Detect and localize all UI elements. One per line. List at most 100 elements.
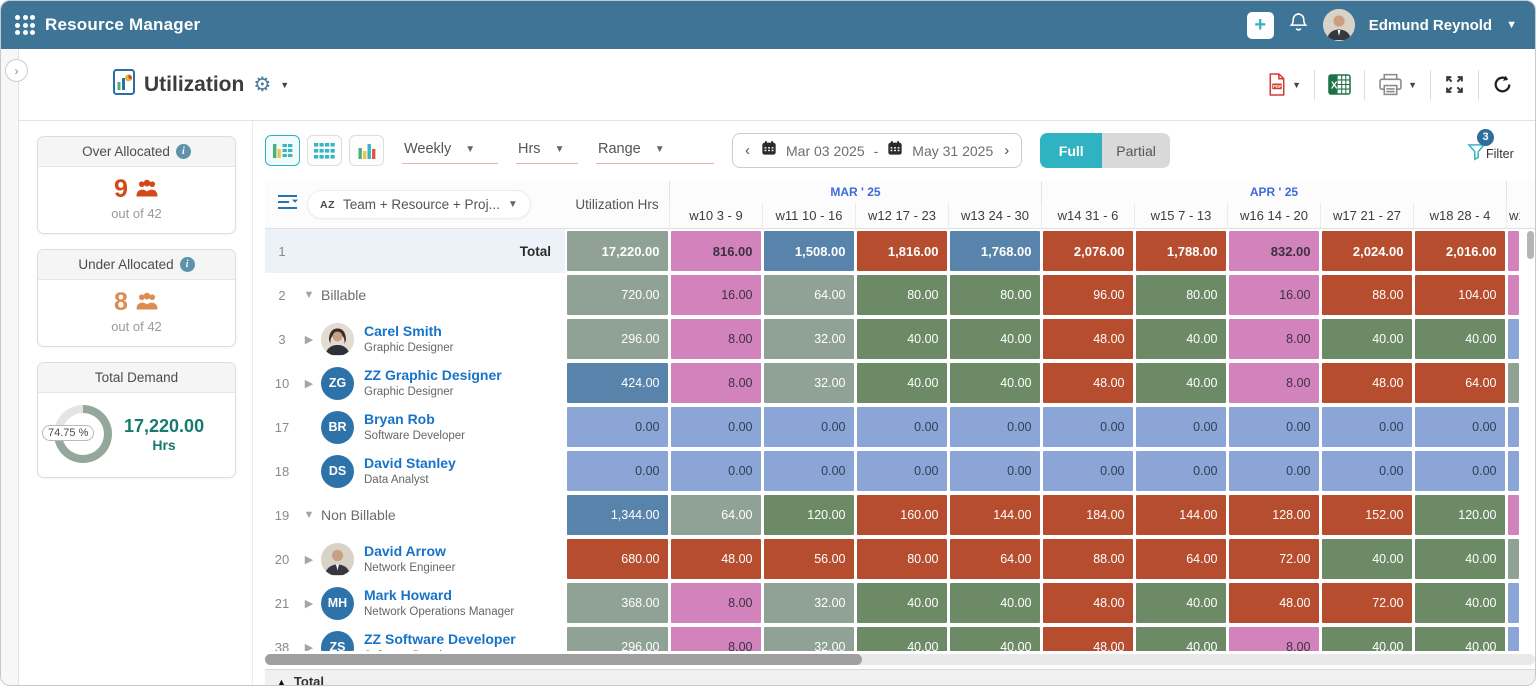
avatar-initials[interactable]: ZG [321, 367, 354, 400]
week-column-header[interactable]: w18 28 - 4 [1413, 203, 1506, 228]
week-value-cell[interactable]: 32.00 [764, 319, 854, 359]
week-value-cell[interactable]: 88.00 [1322, 275, 1412, 315]
group-by-select[interactable]: AZ Team + Resource + Proj... ▼ [308, 191, 530, 218]
print-button[interactable]: ▼ [1378, 73, 1417, 96]
utilization-total-cell[interactable]: 720.00 [567, 275, 668, 315]
utilization-total-cell[interactable]: 0.00 [567, 451, 668, 491]
week-value-cell[interactable]: 144.00 [1136, 495, 1226, 535]
week-value-cell[interactable]: 16.00 [1229, 275, 1319, 315]
notifications-bell-icon[interactable] [1288, 12, 1309, 38]
week-value-cell[interactable]: 40.00 [1322, 319, 1412, 359]
week-value-cell[interactable]: 144.00 [950, 495, 1040, 535]
clipped-week-cell[interactable] [1508, 451, 1519, 491]
print-options-caret-icon[interactable]: ▼ [1408, 80, 1417, 90]
resource-name-link[interactable]: David Stanley [364, 455, 456, 473]
group-name[interactable]: Non Billable [321, 507, 396, 523]
week-value-cell[interactable]: 96.00 [1043, 275, 1133, 315]
expand-arrow-icon[interactable]: ▶ [299, 333, 319, 346]
avatar-initials[interactable]: DS [321, 455, 354, 488]
week-column-header[interactable]: w19 [1506, 203, 1520, 228]
week-value-cell[interactable]: 0.00 [1229, 451, 1319, 491]
utilization-total-cell[interactable]: 296.00 [567, 627, 668, 651]
utilization-total-cell[interactable]: 296.00 [567, 319, 668, 359]
week-value-cell[interactable]: 0.00 [1043, 407, 1133, 447]
clipped-week-cell[interactable] [1508, 627, 1519, 651]
week-value-cell[interactable]: 48.00 [671, 539, 761, 579]
view-toggle-grid-chart[interactable] [265, 135, 300, 166]
horizontal-scrollbar[interactable] [265, 654, 1535, 665]
week-value-cell[interactable]: 80.00 [1136, 275, 1226, 315]
clipped-week-cell[interactable] [1508, 231, 1519, 271]
week-value-cell[interactable]: 832.00 [1229, 231, 1319, 271]
week-column-header[interactable]: w15 7 - 13 [1134, 203, 1227, 228]
group-name[interactable]: Billable [321, 287, 366, 303]
week-value-cell[interactable]: 40.00 [1322, 627, 1412, 651]
week-value-cell[interactable]: 32.00 [764, 583, 854, 623]
utilization-total-cell[interactable]: 1,344.00 [567, 495, 668, 535]
user-avatar[interactable] [1323, 9, 1355, 41]
week-value-cell[interactable]: 40.00 [1136, 363, 1226, 403]
week-value-cell[interactable]: 0.00 [1415, 407, 1505, 447]
resource-name-link[interactable]: ZZ Software Developer [364, 631, 516, 649]
week-value-cell[interactable]: 40.00 [950, 583, 1040, 623]
app-grid-icon[interactable] [15, 15, 35, 35]
week-value-cell[interactable]: 1,508.00 [764, 231, 854, 271]
clipped-week-cell[interactable] [1508, 539, 1519, 579]
clipped-week-cell[interactable] [1508, 407, 1519, 447]
pdf-options-caret-icon[interactable]: ▼ [1292, 80, 1301, 90]
week-value-cell[interactable]: 184.00 [1043, 495, 1133, 535]
week-value-cell[interactable]: 40.00 [1415, 583, 1505, 623]
week-value-cell[interactable]: 40.00 [1415, 319, 1505, 359]
week-value-cell[interactable]: 120.00 [1415, 495, 1505, 535]
week-value-cell[interactable]: 160.00 [857, 495, 947, 535]
clipped-week-cell[interactable] [1508, 583, 1519, 623]
week-value-cell[interactable]: 48.00 [1043, 363, 1133, 403]
week-column-header[interactable]: w11 10 - 16 [762, 203, 855, 228]
week-value-cell[interactable]: 40.00 [1415, 627, 1505, 651]
date-from[interactable]: Mar 03 2025 [786, 143, 865, 159]
week-value-cell[interactable]: 32.00 [764, 627, 854, 651]
week-column-header[interactable]: w12 17 - 23 [855, 203, 948, 228]
week-value-cell[interactable]: 8.00 [671, 363, 761, 403]
week-value-cell[interactable]: 0.00 [764, 407, 854, 447]
refresh-button[interactable] [1492, 74, 1513, 95]
avatar-initials[interactable]: MH [321, 587, 354, 620]
user-menu-chevron-icon[interactable]: ▼ [1506, 19, 1517, 31]
week-value-cell[interactable]: 1,788.00 [1136, 231, 1226, 271]
week-value-cell[interactable]: 40.00 [1136, 583, 1226, 623]
filter-button[interactable]: 3 Filter [1465, 133, 1517, 173]
resource-name-link[interactable]: Mark Howard [364, 587, 514, 605]
week-value-cell[interactable]: 48.00 [1322, 363, 1412, 403]
week-value-cell[interactable]: 40.00 [1136, 627, 1226, 651]
horizontal-scrollbar-thumb[interactable] [265, 654, 862, 665]
expand-collapse-all-icon[interactable] [277, 194, 298, 215]
range-select[interactable]: Range ▼ [596, 137, 714, 164]
week-value-cell[interactable]: 0.00 [1043, 451, 1133, 491]
week-value-cell[interactable]: 0.00 [764, 451, 854, 491]
week-value-cell[interactable]: 16.00 [671, 275, 761, 315]
resource-name-link[interactable]: Carel Smith [364, 323, 453, 341]
resource-name-link[interactable]: ZZ Graphic Designer [364, 367, 502, 385]
week-value-cell[interactable]: 0.00 [1136, 451, 1226, 491]
week-value-cell[interactable]: 2,024.00 [1322, 231, 1412, 271]
avatar-photo[interactable] [321, 543, 354, 576]
week-column-header[interactable]: w14 31 - 6 [1041, 203, 1134, 228]
export-pdf-button[interactable]: PDF ▼ [1267, 73, 1301, 96]
week-value-cell[interactable]: 128.00 [1229, 495, 1319, 535]
week-value-cell[interactable]: 64.00 [671, 495, 761, 535]
utilization-total-cell[interactable]: 680.00 [567, 539, 668, 579]
week-value-cell[interactable]: 64.00 [764, 275, 854, 315]
week-value-cell[interactable]: 120.00 [764, 495, 854, 535]
week-value-cell[interactable]: 0.00 [950, 407, 1040, 447]
week-value-cell[interactable]: 48.00 [1043, 627, 1133, 651]
week-value-cell[interactable]: 0.00 [671, 407, 761, 447]
week-value-cell[interactable]: 1,816.00 [857, 231, 947, 271]
vertical-scrollbar[interactable] [1527, 231, 1534, 259]
collapse-arrow-icon[interactable]: ▼ [299, 289, 319, 301]
avatar-initials[interactable]: BR [321, 411, 354, 444]
week-value-cell[interactable]: 40.00 [857, 363, 947, 403]
week-value-cell[interactable]: 64.00 [950, 539, 1040, 579]
footer-total-bar[interactable]: ▲ Total [265, 669, 1535, 686]
week-value-cell[interactable]: 40.00 [950, 319, 1040, 359]
fullscreen-button[interactable] [1444, 74, 1465, 95]
